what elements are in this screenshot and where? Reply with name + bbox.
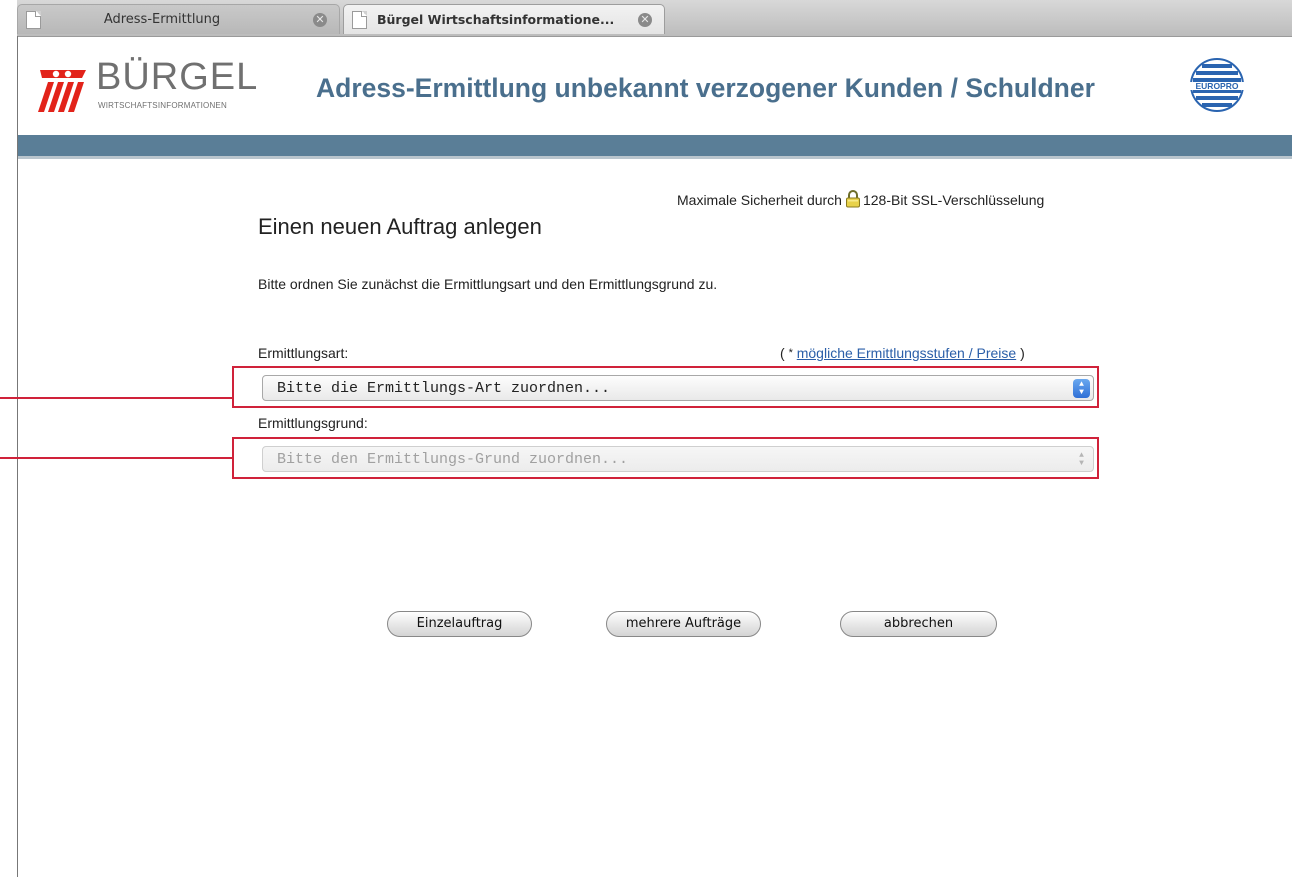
page-header: BÜRGEL WIRTSCHAFTSINFORMATIONEN Adress-E… <box>18 37 1292 135</box>
asterisk: * <box>788 347 793 359</box>
logo-wordmark: BÜRGEL <box>96 56 259 98</box>
price-levels-link[interactable]: mögliche Ermittlungsstufen / Preise <box>797 345 1016 361</box>
chevron-updown-icon: ▲ ▼ <box>1073 379 1090 398</box>
ermittlungsart-select[interactable]: Bitte die Ermittlungs-Art zuordnen... ▲ ▼ <box>262 375 1094 401</box>
europro-badge-text: EUROPRO <box>1196 81 1239 91</box>
page-heading: Einen neuen Auftrag anlegen <box>258 214 542 239</box>
close-icon[interactable]: ✕ <box>313 12 327 27</box>
ermittlungsart-label: Ermittlungsart: <box>258 345 349 361</box>
tab-buergel[interactable]: Bürgel Wirtschaftsinformatione... ✕ <box>343 4 665 34</box>
security-note: Maximale Sicherheit durch 128-Bit SSL-Ve… <box>677 190 1045 209</box>
browser-tab-bar: Adress-Ermittlung ✕ Bürgel Wirtschaftsin… <box>17 0 1292 37</box>
price-info: ( * mögliche Ermittlungsstufen / Preise … <box>780 345 1025 361</box>
tab-adress-ermittlung[interactable]: Adress-Ermittlung ✕ <box>17 4 340 34</box>
europro-logo-icon: EUROPRO <box>1190 58 1244 112</box>
buergel-logo-icon[interactable] <box>36 66 90 114</box>
document-icon <box>26 10 41 29</box>
select-value: Bitte die Ermittlungs-Art zuordnen... <box>277 380 611 397</box>
multiple-orders-button[interactable]: mehrere Aufträge <box>606 611 761 637</box>
document-icon <box>352 10 367 29</box>
close-icon[interactable]: ✕ <box>638 12 652 27</box>
security-prefix: Maximale Sicherheit durch <box>677 192 842 208</box>
nav-bar-shadow <box>18 156 1292 159</box>
paren-close: ) <box>1020 345 1025 361</box>
security-suffix: 128-Bit SSL-Verschlüsselung <box>862 192 1045 208</box>
lock-icon <box>845 190 860 208</box>
tab-label: Bürgel Wirtschaftsinformatione... <box>377 12 615 27</box>
single-order-button[interactable]: Einzelauftrag <box>387 611 532 637</box>
nav-bar <box>18 135 1292 156</box>
annotation-line <box>0 397 233 399</box>
cancel-button[interactable]: abbrechen <box>840 611 997 637</box>
select-value: Bitte den Ermittlungs-Grund zuordnen... <box>277 451 629 468</box>
annotation-line <box>0 457 233 459</box>
ermittlungsgrund-label: Ermittlungsgrund: <box>258 415 368 431</box>
chevron-updown-icon: ▲ ▼ <box>1079 450 1084 468</box>
page-title: Adress-Ermittlung unbekannt verzogener K… <box>316 73 1095 103</box>
paren-open: ( <box>780 345 785 361</box>
intro-text: Bitte ordnen Sie zunächst die Ermittlung… <box>258 276 718 292</box>
logo-subtitle: WIRTSCHAFTSINFORMATIONEN <box>98 101 227 110</box>
ermittlungsgrund-select[interactable]: Bitte den Ermittlungs-Grund zuordnen... … <box>262 446 1094 472</box>
tab-label: Adress-Ermittlung <box>103 12 221 27</box>
